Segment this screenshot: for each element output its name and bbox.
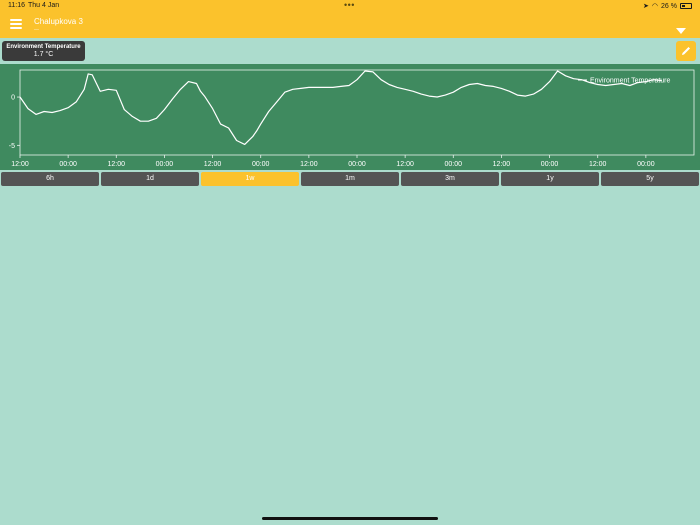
pencil-icon bbox=[682, 47, 690, 55]
x-tick-label: 00:00 bbox=[156, 161, 174, 168]
x-tick-label: 00:00 bbox=[541, 161, 559, 168]
x-tick-label: 00:00 bbox=[637, 161, 655, 168]
range-tab-1d[interactable]: 1d bbox=[101, 172, 199, 186]
battery-icon bbox=[680, 3, 692, 9]
app-header: Chalupkova 3 — bbox=[0, 12, 700, 38]
x-tick-label: 12:00 bbox=[589, 161, 607, 168]
y-tick-label: 0 bbox=[11, 95, 15, 102]
x-tick-label: 00:00 bbox=[348, 161, 366, 168]
wifi-icon: ◠ bbox=[651, 3, 659, 10]
status-bar: 11:16 Thu 4 Jan ••• ➤ ◠ 26 % bbox=[0, 0, 700, 12]
x-tick-label: 12:00 bbox=[108, 161, 126, 168]
x-tick-label: 12:00 bbox=[396, 161, 414, 168]
status-right: ➤ ◠ 26 % bbox=[643, 2, 692, 10]
range-tab-5y[interactable]: 5y bbox=[601, 172, 699, 186]
menu-icon[interactable] bbox=[10, 19, 22, 29]
range-tab-1w[interactable]: 1w bbox=[201, 172, 299, 186]
value-reading: 1.7 °C bbox=[33, 51, 54, 58]
page-title: Chalupkova 3 bbox=[34, 17, 83, 26]
range-tab-6h[interactable]: 6h bbox=[1, 172, 99, 186]
location-icon: ➤ bbox=[643, 3, 649, 10]
current-value-card: Environment Temperature 1.7 °C bbox=[2, 41, 85, 61]
range-tab-3m[interactable]: 3m bbox=[401, 172, 499, 186]
x-tick-label: 00:00 bbox=[252, 161, 270, 168]
chevron-down-icon[interactable] bbox=[676, 28, 686, 34]
range-tab-1y[interactable]: 1y bbox=[501, 172, 599, 186]
range-tabs: 6h 1d 1w 1m 3m 1y 5y bbox=[0, 172, 700, 187]
temperature-chart: 0 -5 12:00 00:00 12:00 00:00 12:00 00:00 12:00 00… bbox=[0, 64, 700, 170]
page-subtitle: — bbox=[34, 27, 39, 33]
status-time: 11:16 bbox=[8, 2, 25, 9]
x-tick-label: 12:00 bbox=[493, 161, 511, 168]
y-tick-label: -5 bbox=[9, 143, 15, 150]
chart-canvas: 0 -5 12:00 00:00 12:00 00:00 12:00 00:00 12:00 00… bbox=[9, 69, 695, 168]
status-date: Thu 4 Jan bbox=[28, 2, 60, 9]
x-tick-label: 12:00 bbox=[300, 161, 318, 168]
series-line bbox=[19, 70, 662, 146]
home-indicator[interactable] bbox=[262, 517, 438, 520]
range-tab-1m[interactable]: 1m bbox=[301, 172, 399, 186]
value-label: Environment Temperature bbox=[6, 44, 81, 50]
battery-percent: 26 % bbox=[661, 2, 677, 10]
legend-label: Environment Temperature bbox=[590, 78, 671, 85]
x-tick-label: 12:00 bbox=[204, 161, 222, 168]
edit-button[interactable] bbox=[676, 41, 696, 61]
x-tick-label: 12:00 bbox=[11, 161, 29, 168]
multitasking-dots-icon[interactable]: ••• bbox=[344, 0, 355, 10]
x-tick-label: 00:00 bbox=[445, 161, 463, 168]
x-tick-label: 00:00 bbox=[59, 161, 77, 168]
